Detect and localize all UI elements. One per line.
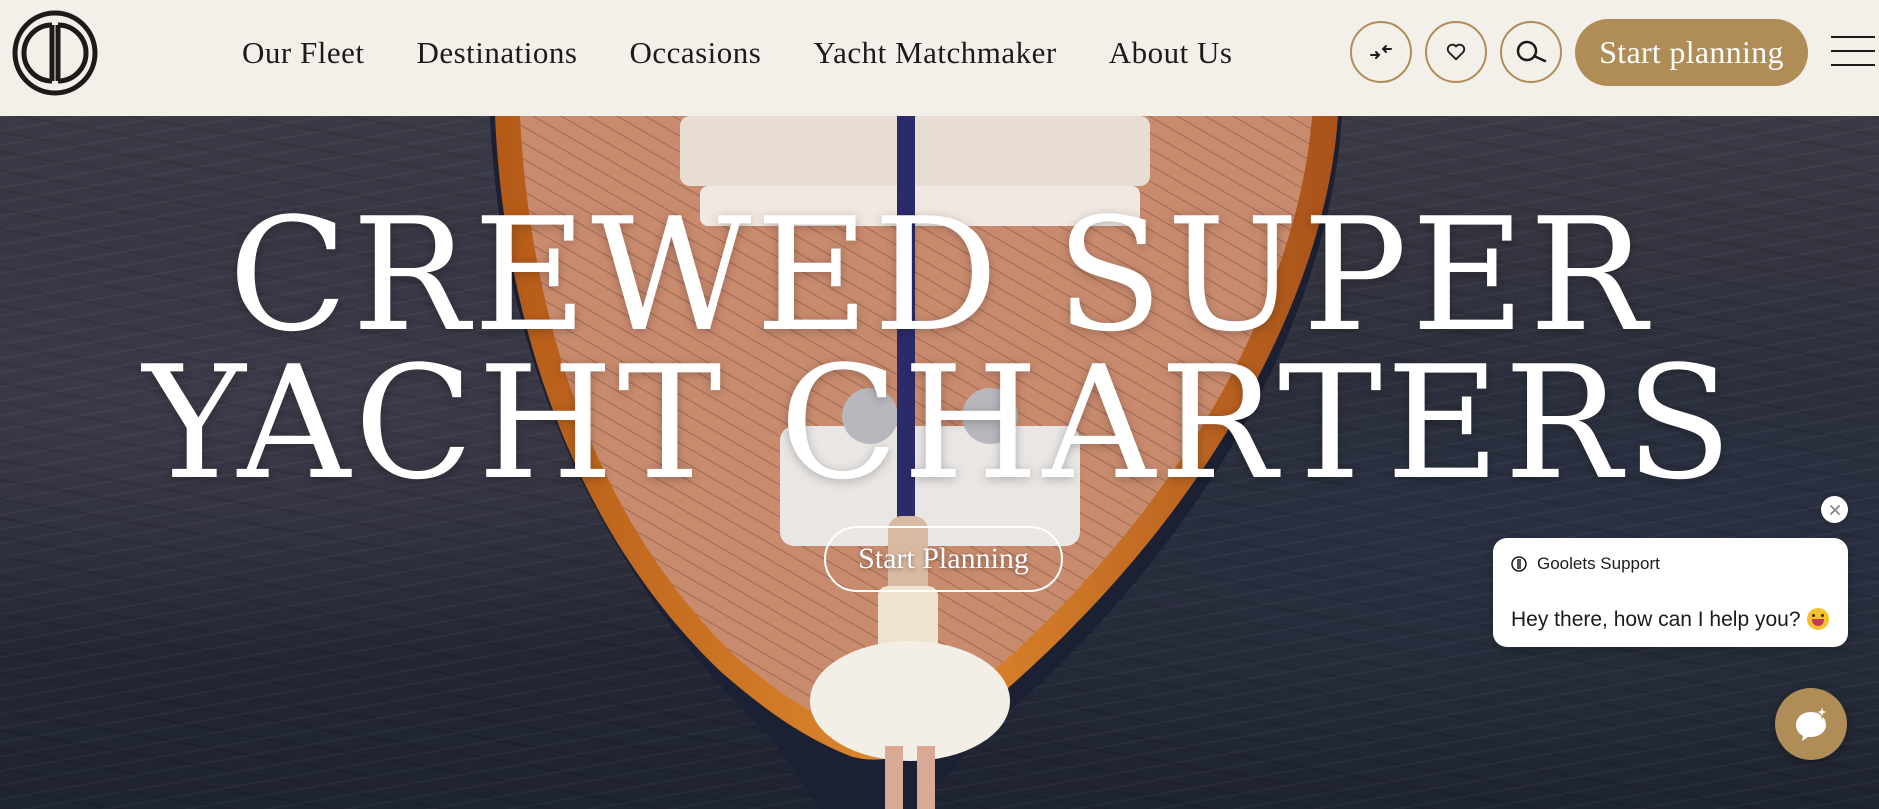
close-icon xyxy=(1829,504,1840,515)
compare-arrows-icon xyxy=(1370,45,1392,59)
compare-button[interactable] xyxy=(1350,21,1412,83)
main-nav: Our Fleet Destinations Occasions Yacht M… xyxy=(242,0,1232,106)
start-planning-button[interactable]: Start planning xyxy=(1575,19,1808,86)
goolets-monogram-logo xyxy=(12,10,98,96)
chat-message-content: Hey there, how can I help you? xyxy=(1511,608,1801,631)
chat-agent-name: Goolets Support xyxy=(1537,554,1660,573)
hero-section: CREWED SUPER YACHT CHARTERS Start Planni… xyxy=(0,116,1879,809)
chat-close-button[interactable] xyxy=(1821,496,1848,523)
nav-yacht-matchmaker[interactable]: Yacht Matchmaker xyxy=(813,35,1056,71)
chat-launcher-button[interactable] xyxy=(1775,688,1847,760)
goolets-logo[interactable] xyxy=(12,10,98,96)
hero-start-planning-button[interactable]: Start Planning xyxy=(824,526,1063,592)
nav-occasions[interactable]: Occasions xyxy=(629,35,761,71)
favorites-button[interactable] xyxy=(1425,21,1487,83)
nav-our-fleet[interactable]: Our Fleet xyxy=(242,35,364,71)
heart-icon xyxy=(1446,43,1466,61)
search-icon xyxy=(1516,40,1547,63)
chat-message-text: Hey there, how can I help you? xyxy=(1511,608,1829,632)
search-button[interactable] xyxy=(1500,21,1562,83)
chat-header: Goolets Support xyxy=(1511,554,1660,574)
chat-message-bubble[interactable]: Goolets Support Hey there, how can I hel… xyxy=(1493,538,1848,647)
grinning-face-with-tongue-icon xyxy=(1806,608,1829,630)
nav-destinations[interactable]: Destinations xyxy=(416,35,577,71)
hero-title-line2: YACHT CHARTERS xyxy=(142,332,1737,514)
chat-sparkle-icon xyxy=(1796,704,1830,741)
site-header: Our Fleet Destinations Occasions Yacht M… xyxy=(0,0,1879,116)
hero-title-line1: CREWED SUPER xyxy=(228,184,1651,366)
hamburger-menu-icon[interactable] xyxy=(1831,36,1875,68)
goolets-monogram-icon xyxy=(1511,556,1527,572)
nav-about-us[interactable]: About Us xyxy=(1109,35,1233,71)
